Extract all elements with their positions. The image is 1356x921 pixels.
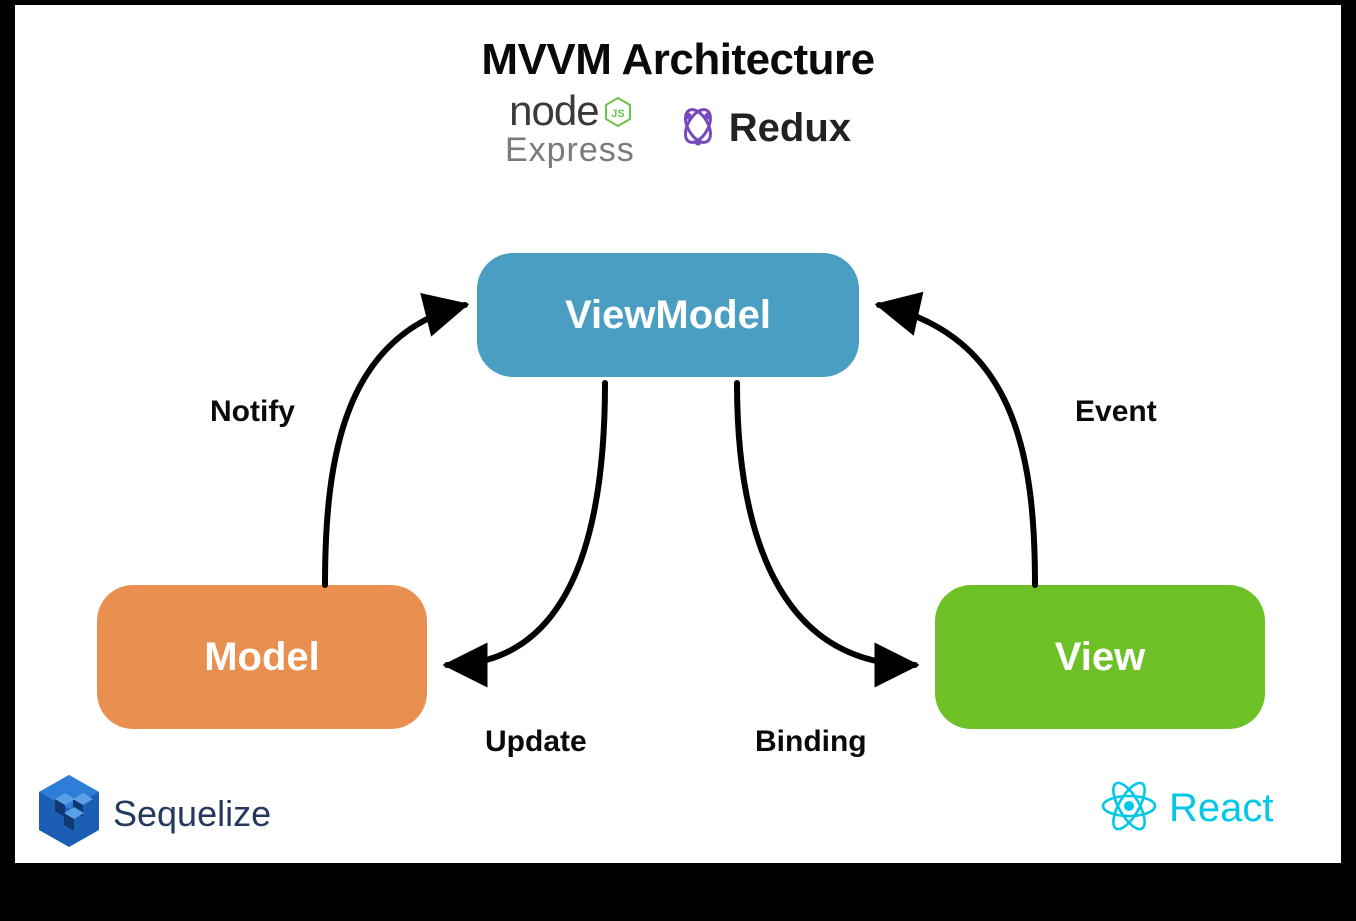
label-binding: Binding <box>755 725 867 759</box>
model-node: Model <box>97 585 427 729</box>
redux-icon <box>675 104 721 153</box>
arrow-binding <box>737 383 915 665</box>
node-logo: node JS <box>509 87 630 135</box>
express-wordmark: Express <box>505 131 635 170</box>
view-node: View <box>935 585 1265 729</box>
svg-text:JS: JS <box>611 108 624 120</box>
arrow-event <box>879 305 1035 585</box>
react-icon <box>1099 779 1159 838</box>
diagram-title: MVVM Architecture <box>481 35 874 85</box>
arrow-update <box>447 383 605 665</box>
tech-logos-top: node JS Express Redux <box>505 87 851 170</box>
arrow-notify <box>325 305 465 585</box>
nodejs-hex-icon: JS <box>605 97 631 127</box>
label-event: Event <box>1075 395 1157 429</box>
view-label: View <box>1055 635 1145 680</box>
diagram-canvas: MVVM Architecture node JS Express <box>15 5 1341 863</box>
node-wordmark: node <box>509 87 598 135</box>
sequelize-logo: Sequelize <box>35 773 271 854</box>
label-notify: Notify <box>210 395 295 429</box>
model-label: Model <box>204 635 320 680</box>
react-wordmark: React <box>1169 786 1274 831</box>
sequelize-wordmark: Sequelize <box>113 793 271 835</box>
label-update: Update <box>485 725 587 759</box>
react-logo: React <box>1099 779 1274 838</box>
node-express-logo: node JS Express <box>505 87 635 170</box>
sequelize-icon <box>35 773 103 854</box>
redux-wordmark: Redux <box>729 106 851 151</box>
viewmodel-label: ViewModel <box>565 293 771 338</box>
viewmodel-node: ViewModel <box>477 253 859 377</box>
redux-logo: Redux <box>675 104 851 153</box>
